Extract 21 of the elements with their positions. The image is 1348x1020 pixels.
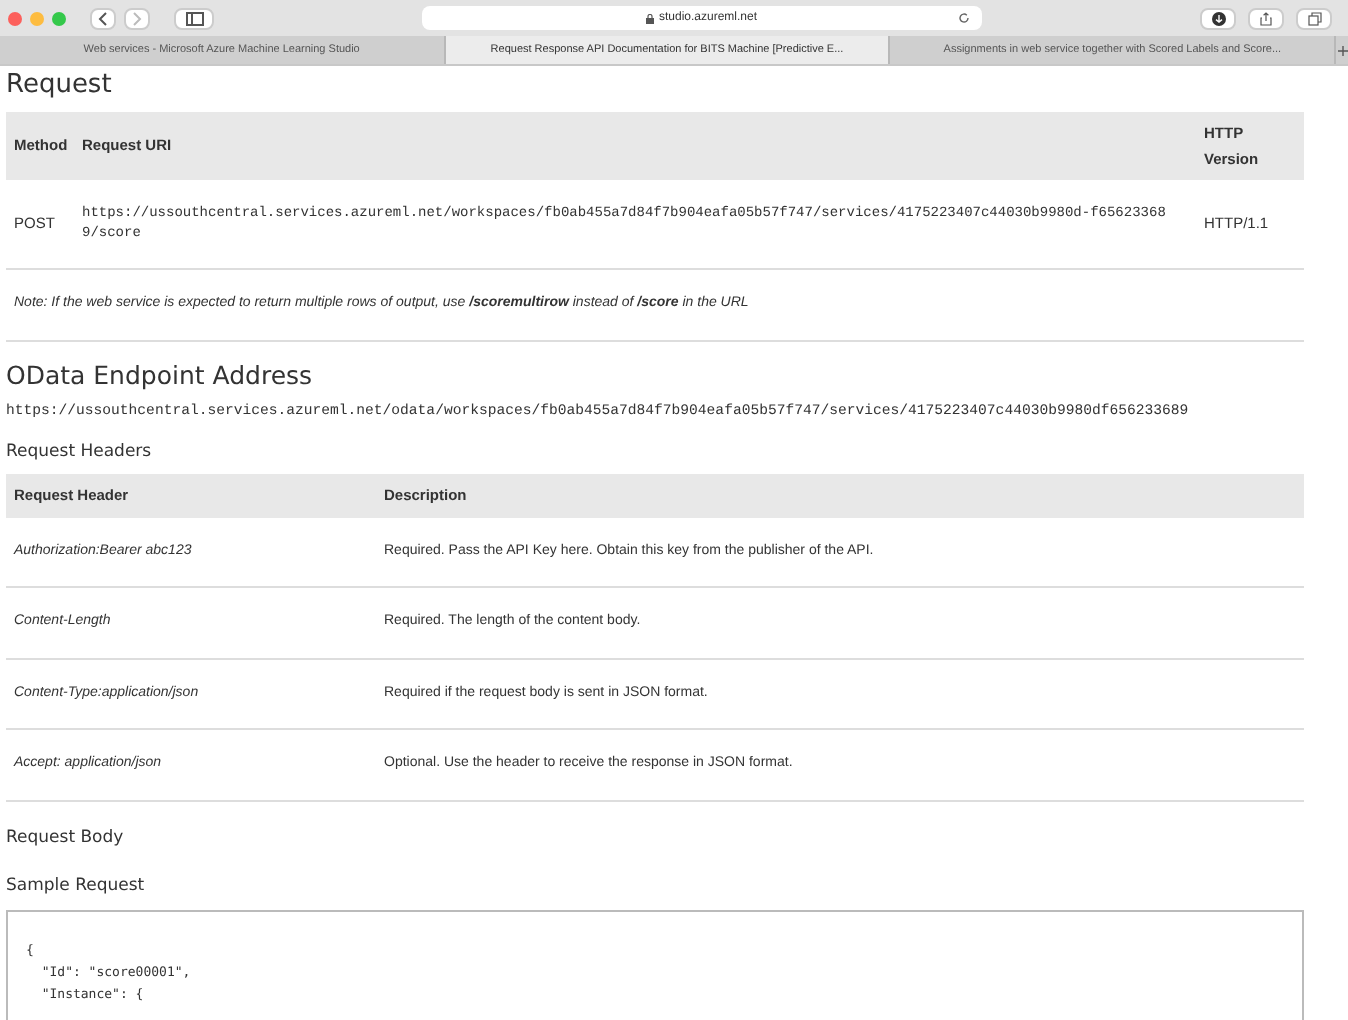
- forward-button[interactable]: [124, 7, 150, 29]
- tabs-icon: [1307, 11, 1321, 25]
- share-icon: [1260, 11, 1272, 25]
- section-heading: Request: [6, 70, 114, 102]
- subsection-heading: Request Body: [6, 825, 126, 851]
- section-heading: OData Endpoint Address: [6, 360, 315, 392]
- chevron-right-icon: [132, 11, 142, 25]
- sidebar-button[interactable]: [174, 7, 214, 29]
- lock-icon: [646, 13, 655, 23]
- back-button[interactable]: [90, 7, 116, 29]
- tabs-button[interactable]: [1296, 7, 1332, 29]
- new-tab-button[interactable]: [1336, 36, 1348, 64]
- download-button[interactable]: [1200, 7, 1236, 29]
- sidebar-icon: [185, 11, 203, 25]
- reload-icon[interactable]: [958, 12, 970, 24]
- plus-icon: [1337, 45, 1348, 55]
- subsection-heading: Request Headers: [6, 439, 154, 466]
- download-icon: [1211, 11, 1225, 25]
- share-button[interactable]: [1248, 7, 1284, 29]
- chevron-left-icon: [98, 11, 108, 25]
- subsection-heading: Sample Request: [6, 874, 147, 901]
